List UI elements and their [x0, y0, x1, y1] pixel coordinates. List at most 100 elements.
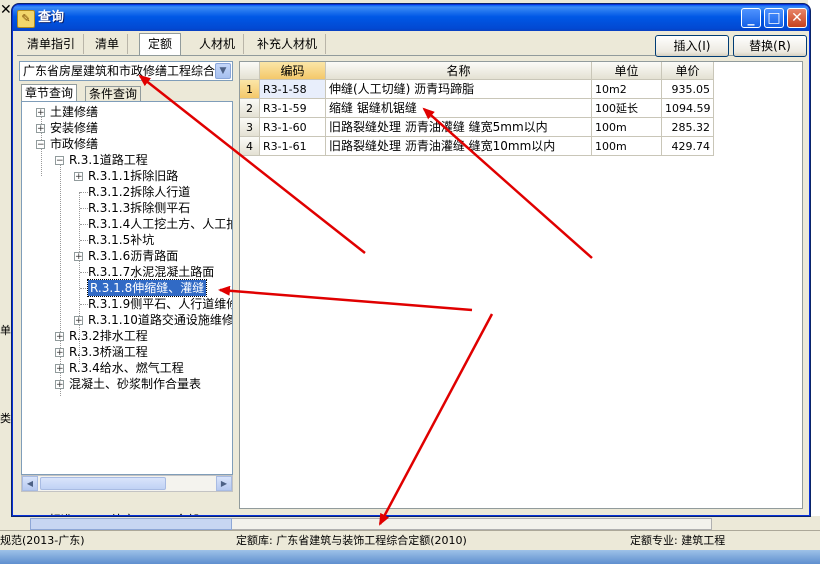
cell-price[interactable]: 429.74	[662, 137, 714, 156]
cell-code[interactable]: R3-1-58	[260, 80, 326, 99]
cell-price[interactable]: 285.32	[662, 118, 714, 137]
cell-name[interactable]: 缩缝 锯缝机锯缝	[326, 99, 592, 118]
radio-checked-icon[interactable]	[159, 515, 170, 516]
tree-connector	[80, 288, 88, 289]
expand-plus-icon[interactable]: +	[55, 348, 64, 358]
background-left-fragment: 类	[0, 412, 11, 425]
expand-plus-icon[interactable]: +	[74, 172, 83, 182]
filter-all-radio[interactable]: 全部	[159, 513, 199, 516]
cell-price[interactable]: 1094.59	[662, 99, 714, 118]
tab-list[interactable]: 清单	[87, 34, 129, 54]
tree-node[interactable]: R.3.1.7水泥混凝土路面	[88, 264, 214, 280]
tree-horizontal-scrollbar[interactable]: ◀ ▶	[21, 475, 233, 492]
cell-code[interactable]: R3-1-61	[260, 137, 326, 156]
tree-node[interactable]: + 混凝土、砂浆制作合量表	[55, 376, 201, 392]
column-header-code[interactable]: 编码	[260, 62, 326, 80]
subtab-condition-search[interactable]: 条件查询	[85, 86, 142, 102]
quota-grid[interactable]: 编码 名称 单位 单价 1 R3-1-58 伸缝(人工切缝) 沥青玛蹄脂 10m…	[239, 61, 803, 509]
tree-node[interactable]: + R.3.1.10道路交通设施维修	[74, 312, 233, 328]
cell-unit[interactable]: 100m	[592, 118, 662, 137]
replace-button[interactable]: 替换(R)	[733, 35, 807, 57]
tab-quota[interactable]: 定额	[139, 33, 182, 55]
cell-price[interactable]: 935.05	[662, 80, 714, 99]
tree-node-label: R.3.2排水工程	[69, 329, 148, 343]
cell-code[interactable]: R3-1-60	[260, 118, 326, 137]
cell-unit[interactable]: 10m2	[592, 80, 662, 99]
tree-node-label: 安装修缮	[50, 121, 99, 135]
insert-button[interactable]: 插入(I)	[655, 35, 729, 57]
cell-unit[interactable]: 100延长	[592, 99, 662, 118]
minimize-button[interactable]: _	[741, 8, 761, 28]
column-header-unit[interactable]: 单位	[592, 62, 662, 80]
status-quota-library: 定额库: 广东省建筑与装饰工程综合定额(2010)	[236, 534, 467, 547]
maximize-button[interactable]: □	[764, 8, 784, 28]
expand-plus-icon[interactable]: +	[55, 380, 64, 390]
tree-node[interactable]: + R.3.2排水工程	[55, 328, 148, 344]
tree-node[interactable]: − R.3.1道路工程	[55, 152, 148, 168]
tree-node[interactable]: − 市政修缮	[36, 136, 98, 152]
tree-node[interactable]: + 土建修缮	[36, 104, 98, 120]
tree-node-label: R.3.1.6沥青路面	[88, 249, 179, 263]
expand-plus-icon[interactable]: +	[36, 124, 45, 134]
tree-node[interactable]: + R.3.3桥涵工程	[55, 344, 148, 360]
scroll-left-icon[interactable]: ◀	[22, 476, 38, 491]
subtab-chapter-search[interactable]: 章节查询	[21, 84, 78, 102]
collapse-minus-icon[interactable]: −	[55, 156, 64, 166]
tree-node[interactable]: R.3.1.5补坑	[88, 232, 154, 248]
tree-node[interactable]: + R.3.1.1拆除旧路	[74, 168, 178, 184]
dialog-title: 查询	[38, 10, 65, 25]
row-number[interactable]: 3	[240, 118, 260, 137]
cell-code[interactable]: R3-1-59	[260, 99, 326, 118]
grid-corner	[240, 62, 260, 80]
tree-node[interactable]: R.3.1.2拆除人行道	[88, 184, 190, 200]
tree-node[interactable]: R.3.1.3拆除侧平石	[88, 200, 190, 216]
cell-name[interactable]: 旧路裂缝处理 沥青油灌缝 缝宽5mm以内	[326, 118, 592, 137]
scroll-right-icon[interactable]: ▶	[216, 476, 232, 491]
tab-supplement-lmm[interactable]: 补充人材机	[249, 34, 327, 54]
tree-node[interactable]: + R.3.4给水、燃气工程	[55, 360, 184, 376]
cell-unit[interactable]: 100m	[592, 137, 662, 156]
tree-connector	[80, 240, 88, 241]
tree-node-label: 土建修缮	[50, 105, 99, 119]
tree-connector	[80, 224, 88, 225]
column-header-name[interactable]: 名称	[326, 62, 592, 80]
radio-circle-icon[interactable]	[95, 515, 106, 516]
dialog-titlebar[interactable]: ✎ 查询 _ □ ✕	[13, 5, 809, 31]
tree-node[interactable]: R.3.1.9侧平石、人行道维修	[88, 296, 232, 312]
row-number[interactable]: 2	[240, 99, 260, 118]
filter-standard-radio[interactable]: 标准	[33, 513, 73, 516]
quota-library-select[interactable]: 广东省房屋建筑和市政修缮工程综合 ▼	[19, 61, 233, 81]
tree-node-label: 混凝土、砂浆制作合量表	[69, 377, 202, 391]
status-standard: 规范(2013-广东)	[0, 534, 85, 547]
cell-name[interactable]: 旧路裂缝处理 沥青油灌缝 缝宽10mm以内	[326, 137, 592, 156]
expand-plus-icon[interactable]: +	[36, 108, 45, 118]
row-number[interactable]: 4	[240, 137, 260, 156]
tree-node-label: R.3.1.10道路交通设施维修	[88, 313, 233, 327]
tab-list-guide[interactable]: 清单指引	[19, 34, 85, 54]
close-button[interactable]: ✕	[787, 8, 807, 28]
column-header-price[interactable]: 单价	[662, 62, 714, 80]
tree-node[interactable]: + R.3.1.6沥青路面	[74, 248, 178, 264]
radio-circle-icon[interactable]	[33, 515, 44, 516]
tree-node[interactable]: R.3.1.4人工挖土方、人工拍	[88, 216, 232, 232]
status-bar: 规范(2013-广东) 定额库: 广东省建筑与装饰工程综合定额(2010) 定额…	[0, 530, 820, 551]
scrollbar-thumb[interactable]	[40, 477, 166, 490]
tree-node-label: R.3.4给水、燃气工程	[69, 361, 184, 375]
tree-node[interactable]: + 安装修缮	[36, 120, 98, 136]
expand-plus-icon[interactable]: +	[55, 332, 64, 342]
taskbar-strip	[0, 550, 820, 564]
row-number[interactable]: 1	[240, 80, 260, 99]
cell-name[interactable]: 伸缝(人工切缝) 沥青玛蹄脂	[326, 80, 592, 99]
expand-plus-icon[interactable]: +	[74, 252, 83, 262]
chevron-down-icon[interactable]: ▼	[215, 63, 231, 79]
status-quota-major: 定额专业: 建筑工程	[630, 534, 726, 547]
expand-plus-icon[interactable]: +	[55, 364, 64, 374]
collapse-minus-icon[interactable]: −	[36, 140, 45, 150]
tab-labor-material-machine[interactable]: 人材机	[191, 34, 245, 54]
expand-plus-icon[interactable]: +	[74, 316, 83, 326]
filter-label: 标准	[49, 513, 73, 515]
chapter-tree[interactable]: + 土建修缮 + 安装修缮 − 市政修缮 − R.3.1道路工程 + R.3.1.1拆除旧…	[21, 101, 233, 475]
filter-supplement-radio[interactable]: 补充	[95, 513, 135, 516]
background-scrollbar-thumb[interactable]	[30, 518, 232, 530]
tree-node-selected[interactable]: R.3.1.8伸缩缝、灌缝	[86, 279, 208, 297]
